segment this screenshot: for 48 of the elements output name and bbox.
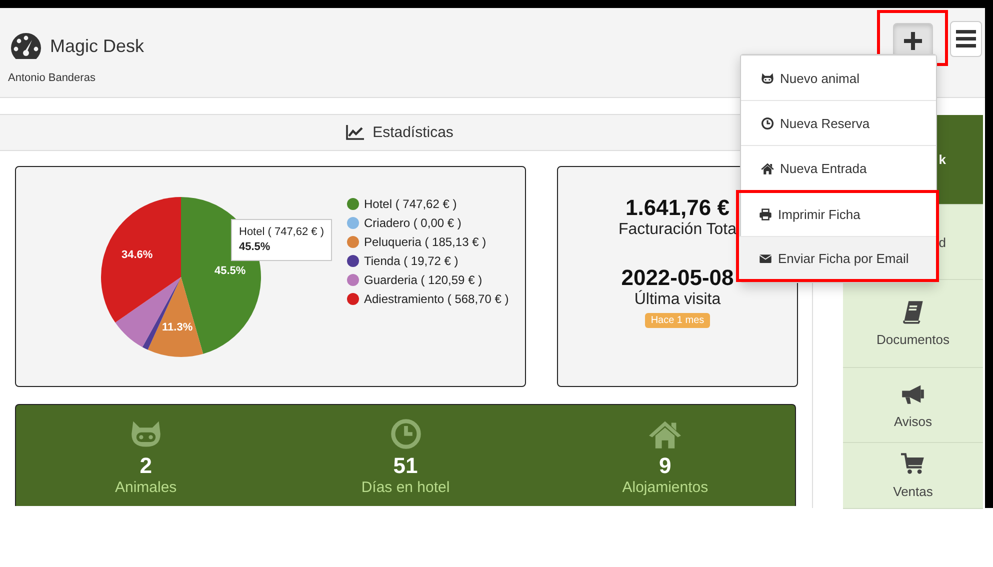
data-label: 45.5% [214, 265, 246, 278]
cat-face-icon [761, 72, 774, 84]
counter-label: Alojamientos [622, 479, 708, 496]
menu-item[interactable]: Nueva Reserva [741, 100, 936, 145]
total-amount: 1.641,76 € [626, 195, 730, 221]
clock-icon [390, 418, 422, 450]
plus-icon [904, 32, 922, 50]
house-icon [761, 162, 774, 174]
menu-item[interactable]: Imprimir Ficha [739, 193, 936, 236]
sidebar-item[interactable]: Ventas [843, 443, 983, 509]
legend-label: Hotel ( 747,62 € ) [364, 197, 457, 211]
line-chart-icon [346, 125, 364, 140]
app-title: Magic Desk [50, 36, 144, 56]
legend-item: Criadero ( 0,00 € ) [347, 216, 462, 230]
menu-button[interactable] [950, 21, 982, 57]
last-visit-label: Última visita [634, 291, 721, 309]
menu-item[interactable]: Nueva Entrada [741, 145, 936, 190]
time-ago-badge: Hace 1 mes [644, 313, 710, 328]
data-label: 11.3% [162, 321, 193, 334]
menu-icon [956, 30, 976, 48]
legend-item: Hotel ( 747,62 € ) [347, 197, 457, 211]
cat-face-icon [130, 418, 162, 450]
user-name: Antonio Banderas [8, 72, 96, 84]
gauge-icon [8, 32, 44, 60]
data-label: 34.6% [121, 248, 153, 261]
counter-value: 9 [659, 453, 672, 479]
legend-item: Adiestramiento ( 568,70 € ) [347, 292, 509, 306]
sidebar-item[interactable]: Documentos [843, 280, 983, 368]
book-icon [901, 300, 925, 324]
legend-item: Tienda ( 19,72 € ) [347, 254, 458, 268]
chart-tooltip: Hotel ( 747,62 € ) 45.5% [231, 219, 332, 261]
printer-icon [759, 208, 772, 221]
counter-value: 51 [393, 453, 418, 479]
counter-label: Animales [114, 479, 177, 496]
menu-item[interactable]: Nuevo animal [741, 55, 936, 100]
counter-value: 2 [140, 453, 152, 479]
legend-item: Peluqueria ( 185,13 € ) [347, 235, 486, 249]
cart-icon [901, 452, 925, 476]
last-visit-date: 2022-05-08 [621, 265, 734, 290]
sidebar-item[interactable]: Avisos [843, 368, 983, 443]
legend-label: Tienda ( 19,72 € ) [364, 254, 458, 268]
envelope-icon [759, 252, 772, 264]
total-label: Facturación Tota [618, 221, 736, 239]
clock-icon [761, 116, 774, 130]
menu-item[interactable]: Enviar Ficha por Email [739, 236, 936, 279]
legend-item: Guarderia ( 120,59 € ) [347, 273, 482, 287]
counter-label: Días en hotel [361, 479, 450, 496]
section-title: Estadísticas [372, 124, 454, 141]
